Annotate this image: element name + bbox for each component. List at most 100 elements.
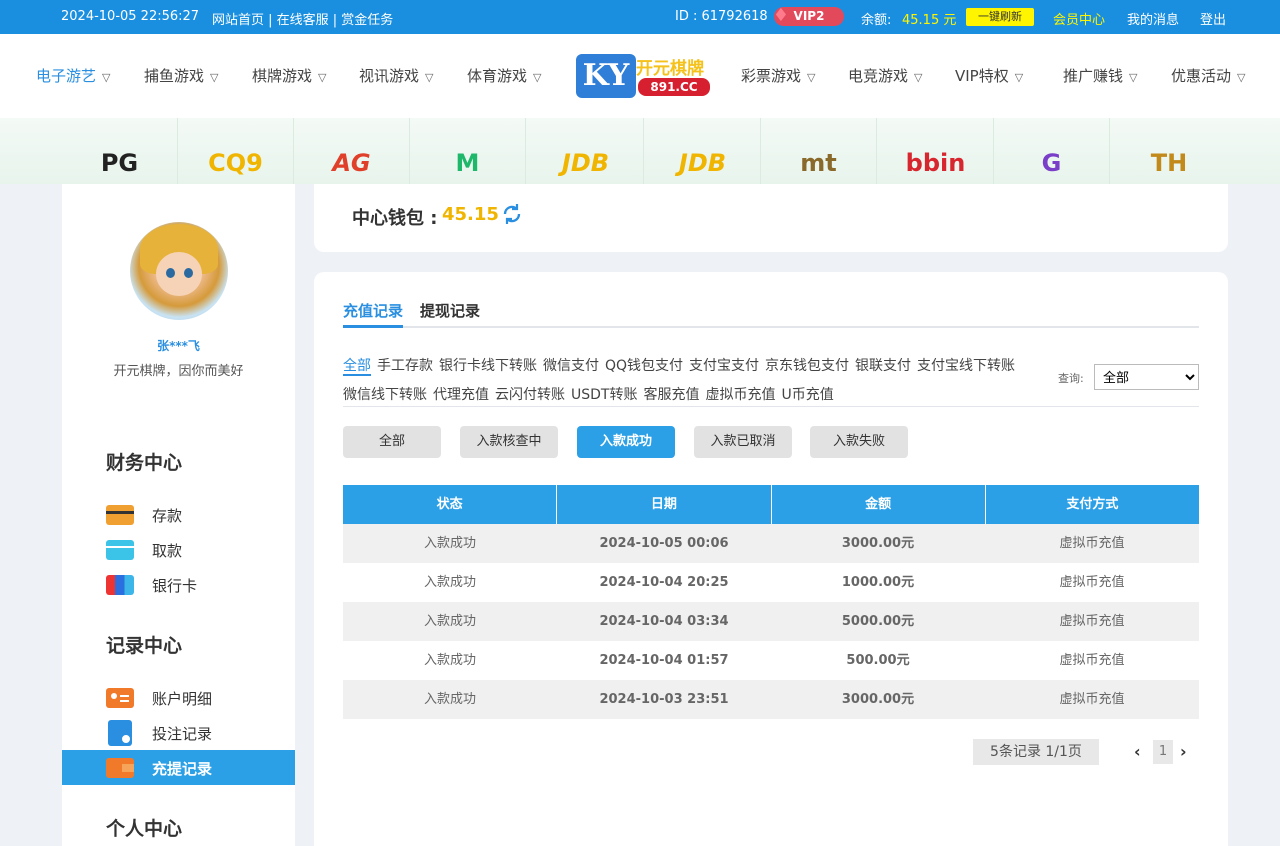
sidebar-item-account-detail[interactable]: 账户明细	[62, 680, 295, 715]
status-pending-button[interactable]: 入款核查中	[460, 426, 558, 458]
tab-withdraw-records[interactable]: 提现记录	[420, 300, 480, 328]
filter-alipay-offline[interactable]: 支付宝线下转账	[917, 358, 1015, 374]
cell-method: 虚拟币充值	[1059, 653, 1125, 668]
cell-status: 入款成功	[423, 575, 476, 590]
cell-date: 2024-10-03 23:51	[599, 692, 729, 707]
filter-alipay[interactable]: 支付宝支付	[689, 358, 759, 374]
balance-label: 余额:	[861, 13, 892, 28]
diamond-icon: ♦	[772, 5, 790, 26]
personal-center-title: 个人中心	[106, 818, 183, 840]
provider-strip: PG CQ9 AG M JDB JDB mt bbin G TH	[0, 118, 1280, 184]
payment-filters: 全部 手工存款 银行卡线下转账 微信支付 QQ钱包支付 支付宝支付 京东钱包支付 银联支付 支付…	[343, 352, 1063, 410]
status-cancelled-button[interactable]: 入款已取消	[694, 426, 792, 458]
site-logo[interactable]: KY 开元棋牌 891.CC	[576, 52, 714, 100]
cell-amount: 5000.00元	[841, 614, 915, 629]
vip-badge: ♦ VIP2	[773, 5, 844, 26]
sidebar-item-deposit-withdraw-records[interactable]: 充提记录	[62, 750, 295, 785]
central-wallet-label: 中心钱包 :	[352, 208, 438, 229]
chevron-down-icon: ▽	[318, 71, 327, 84]
refresh-balance-button[interactable]: 一键刷新	[966, 8, 1034, 26]
chevron-down-icon: ▽	[210, 71, 219, 84]
filter-manual-deposit[interactable]: 手工存款	[377, 358, 433, 374]
provider-pg-logo[interactable]: PG	[62, 118, 178, 184]
cell-amount: 1000.00元	[841, 575, 915, 590]
records-tabs: 充值记录 提现记录	[343, 300, 1199, 328]
nav-item-fishing[interactable]: 捕鱼游戏 ▽	[144, 65, 218, 86]
cell-method: 虚拟币充值	[1059, 614, 1125, 629]
chevron-down-icon: ▽	[533, 71, 542, 84]
provider-bbin-logo[interactable]: bbin	[878, 118, 994, 184]
provider-ag-logo[interactable]: AG	[294, 118, 410, 184]
nav-item-sports[interactable]: 体育游戏 ▽	[467, 65, 541, 86]
records-center-title: 记录中心	[106, 635, 183, 657]
chevron-down-icon: ▽	[1014, 71, 1024, 84]
table-row: 入款成功 2024-10-04 03:34 5000.00元 虚拟币充值	[343, 602, 1199, 641]
nav-item-live[interactable]: 视讯游戏 ▽	[359, 65, 433, 86]
nav-item-esports[interactable]: 电竞游戏 ▽	[848, 65, 922, 86]
sidebar-item-bet-records[interactable]: 投注记录	[62, 715, 295, 750]
refresh-icon[interactable]	[500, 202, 524, 226]
provider-jdb-logo-2[interactable]: JDB	[645, 118, 761, 184]
nav-item-lottery[interactable]: 彩票游戏 ▽	[741, 65, 815, 86]
cell-date: 2024-10-04 03:34	[599, 614, 729, 629]
cell-amount: 3000.00元	[841, 692, 915, 707]
filter-agent-deposit[interactable]: 代理充值	[433, 387, 489, 403]
sidebar: 张***飞 开元棋牌，因你而美好 财务中心 存款 取款 银行卡 记录中心 账户明…	[62, 184, 295, 846]
sidebar-item-withdraw[interactable]: 取款	[62, 532, 295, 567]
nav-item-slots[interactable]: 电子游艺 ▽	[36, 65, 110, 86]
bank-card-icon	[106, 575, 134, 595]
provider-g-logo[interactable]: G	[994, 118, 1110, 184]
column-status: 状态	[343, 485, 558, 524]
status-failed-button[interactable]: 入款失败	[810, 426, 908, 458]
logout-link[interactable]: 登出	[1200, 9, 1226, 28]
records-table: 状态 日期 金额 支付方式 入款成功 2024-10-05 00:06 3000…	[343, 485, 1199, 719]
nav-item-chess[interactable]: 棋牌游戏 ▽	[252, 65, 326, 86]
avatar[interactable]	[130, 222, 228, 320]
cell-date: 2024-10-04 20:25	[599, 575, 729, 590]
member-center-link[interactable]: 会员中心	[1053, 9, 1105, 28]
nav-item-vip[interactable]: VIP特权 ▽	[955, 65, 1023, 86]
sidebar-item-bank-card[interactable]: 银行卡	[62, 567, 295, 602]
table-body: 入款成功 2024-10-05 00:06 3000.00元 虚拟币充值 入款成…	[343, 524, 1199, 719]
filter-usdt[interactable]: USDT转账	[571, 387, 637, 403]
provider-mt-logo[interactable]: mt	[761, 118, 877, 184]
chevron-right-icon[interactable]: ›	[1180, 742, 1187, 761]
filter-all[interactable]: 全部	[343, 358, 371, 376]
nav-item-promote[interactable]: 推广赚钱 ▽	[1063, 65, 1137, 86]
filter-qq-wallet[interactable]: QQ钱包支付	[605, 358, 683, 374]
logo-domain: 891.CC	[638, 78, 710, 96]
chevron-left-icon[interactable]: ‹	[1134, 742, 1141, 761]
filter-u-coin[interactable]: U币充值	[781, 387, 833, 403]
status-all-button[interactable]: 全部	[343, 426, 441, 458]
logo-ky: KY	[576, 54, 636, 98]
finance-center-title: 财务中心	[106, 452, 183, 474]
filter-unionpay[interactable]: 银联支付	[855, 358, 911, 374]
top-links[interactable]: 网站首页 | 在线客服 | 赏金任务	[212, 9, 393, 28]
filter-quickpass[interactable]: 云闪付转账	[495, 387, 565, 403]
filter-wechat-offline[interactable]: 微信线下转账	[343, 387, 427, 403]
divider	[343, 406, 1199, 407]
messages-link[interactable]: 我的消息	[1127, 9, 1179, 28]
filter-service-deposit[interactable]: 客服充值	[643, 387, 699, 403]
filter-wechat-pay[interactable]: 微信支付	[543, 358, 599, 374]
provider-th-logo[interactable]: TH	[1111, 118, 1227, 184]
pager-summary: 5条记录 1/1页	[973, 739, 1099, 765]
nav-item-promotions[interactable]: 优惠活动 ▽	[1171, 65, 1245, 86]
cell-amount: 500.00元	[846, 653, 910, 668]
filter-crypto[interactable]: 虚拟币充值	[705, 387, 775, 403]
slogan: 开元棋牌，因你而美好	[113, 364, 244, 379]
filter-jd-wallet[interactable]: 京东钱包支付	[765, 358, 849, 374]
top-bar: 2024-10-05 22:56:27 网站首页 | 在线客服 | 赏金任务 I…	[0, 0, 1280, 34]
status-success-button[interactable]: 入款成功	[577, 426, 675, 458]
tab-deposit-records[interactable]: 充值记录	[343, 300, 404, 328]
filter-bank-transfer[interactable]: 银行卡线下转账	[439, 358, 537, 374]
clipboard-clock-icon	[108, 720, 132, 746]
provider-jdb-logo[interactable]: JDB	[528, 118, 644, 184]
cell-amount: 3000.00元	[841, 536, 915, 551]
page-number-button[interactable]: 1	[1153, 740, 1173, 764]
provider-mg-logo[interactable]: M	[410, 118, 526, 184]
provider-cq9-logo[interactable]: CQ9	[178, 118, 294, 184]
query-select[interactable]: 全部	[1094, 364, 1199, 390]
sidebar-item-deposit[interactable]: 存款	[62, 497, 295, 532]
cell-method: 虚拟币充值	[1059, 692, 1125, 707]
